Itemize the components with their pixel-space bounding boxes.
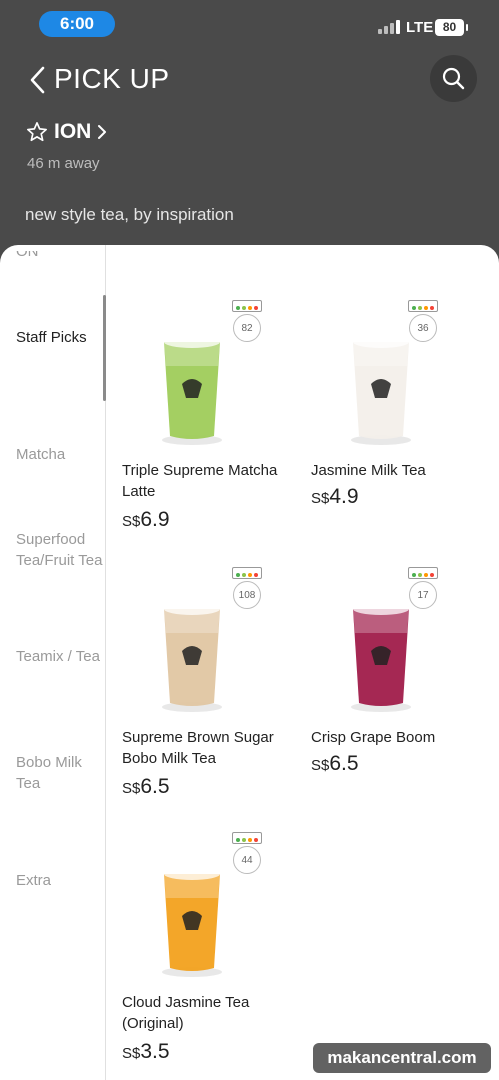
category-item-superfood[interactable]: Superfood Tea/Fruit Tea [16, 529, 104, 571]
product-name: Cloud Jasmine Tea (Original) [122, 994, 250, 1032]
price-currency: S$ [311, 757, 330, 774]
search-button[interactable] [430, 55, 477, 102]
brand-tagline: new style tea, by inspiration [25, 205, 234, 224]
product-price: S$6.9 [122, 508, 170, 532]
status-time: 6:00 [39, 11, 115, 37]
product-card[interactable]: 44 Cloud Jasmine Tea (Original) S$3.5 [122, 832, 302, 1070]
product-name: Crisp Grape Boom [311, 729, 436, 746]
product-price: S$4.9 [311, 485, 359, 509]
store-name: ION [54, 120, 92, 143]
category-item-matcha[interactable]: Matcha [16, 444, 104, 465]
price-currency: S$ [122, 1045, 141, 1062]
chevron-right-icon [98, 125, 107, 139]
product-card[interactable]: 82 Triple Supreme Matcha Latte S$6.9 [122, 300, 302, 538]
category-item-teamix[interactable]: Teamix / Tea [16, 646, 104, 667]
category-sidebar: ON Staff Picks Matcha Superfood Tea/Frui… [0, 245, 106, 1080]
store-selector[interactable]: ION [26, 118, 107, 146]
nutri-grade-bar [232, 300, 262, 312]
status-bar: 6:00 LTE 80 [0, 0, 499, 46]
price-amount: 6.9 [140, 508, 170, 531]
category-item-partial[interactable]: ON [16, 251, 104, 265]
product-name: Supreme Brown Sugar Bobo Milk Tea [122, 729, 274, 767]
nutri-grade-bar [408, 567, 438, 579]
menu-panel: ON Staff Picks Matcha Superfood Tea/Frui… [0, 245, 499, 1080]
drink-image [351, 603, 411, 712]
category-item-extra[interactable]: Extra [16, 870, 104, 891]
calorie-value: 36 [409, 314, 437, 342]
calorie-value: 17 [409, 581, 437, 609]
price-currency: S$ [122, 513, 141, 530]
product-price: S$3.5 [122, 1040, 170, 1064]
product-price: S$6.5 [122, 775, 170, 799]
nutri-grade-bar [232, 567, 262, 579]
drink-image [162, 868, 222, 977]
price-currency: S$ [311, 490, 330, 507]
product-name: Jasmine Milk Tea [311, 462, 426, 479]
drink-image [162, 603, 222, 712]
category-item-bobo-milk-tea[interactable]: Bobo Milk Tea [16, 752, 104, 794]
price-amount: 3.5 [140, 1040, 170, 1063]
network-type: LTE [406, 19, 434, 36]
product-card[interactable]: 36 Jasmine Milk Tea S$4.9 [311, 300, 491, 515]
product-card[interactable]: 17 Crisp Grape Boom S$6.5 [311, 567, 491, 782]
price-amount: 4.9 [329, 485, 359, 508]
calorie-value: 82 [233, 314, 261, 342]
store-distance: 46 m away [27, 155, 100, 172]
drink-image [162, 336, 222, 445]
nutri-grade-bar [232, 832, 262, 844]
calorie-value: 44 [233, 846, 261, 874]
price-amount: 6.5 [329, 752, 359, 775]
back-button[interactable] [28, 66, 48, 94]
watermark: makancentral.com [313, 1043, 491, 1073]
category-item-staff-picks[interactable]: Staff Picks [16, 327, 104, 348]
chevron-left-icon [30, 66, 45, 94]
product-name: Triple Supreme Matcha Latte [122, 462, 278, 500]
search-icon [442, 67, 465, 90]
battery-icon: 80 [435, 19, 468, 36]
drink-image [351, 336, 411, 445]
product-card[interactable]: 108 Supreme Brown Sugar Bobo Milk Tea S$… [122, 567, 302, 805]
signal-icon [378, 20, 402, 34]
price-amount: 6.5 [140, 775, 170, 798]
nutri-grade-bar [408, 300, 438, 312]
product-price: S$6.5 [311, 752, 359, 776]
sidebar-scrollbar[interactable] [103, 295, 106, 401]
calorie-value: 108 [233, 581, 261, 609]
star-outline-icon[interactable] [26, 121, 48, 143]
price-currency: S$ [122, 780, 141, 797]
page-title: PICK UP [54, 63, 170, 94]
